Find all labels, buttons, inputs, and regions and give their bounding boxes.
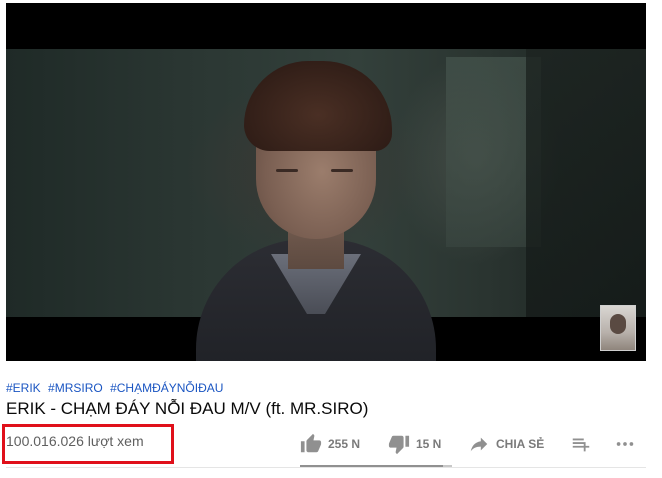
like-button[interactable]: 255 N (300, 432, 360, 456)
like-count: 255 N (328, 437, 361, 451)
singer-figure-eye (276, 169, 298, 172)
view-count: 100.016.026 lượt xem (6, 433, 144, 449)
share-arrow-icon (468, 433, 490, 455)
hashtag-list: #ERIK #MRSIRO #CHẠMĐÁYNỖIĐAU (6, 381, 227, 395)
singer-figure-eye (331, 169, 353, 172)
singer-figure-hair (244, 61, 392, 151)
more-actions-button[interactable] (614, 432, 636, 456)
thumbs-down-icon (388, 433, 410, 455)
thumbs-up-icon (300, 433, 322, 455)
playlist-add-icon (570, 433, 592, 455)
video-frame[interactable] (6, 49, 646, 361)
more-horizontal-icon (614, 433, 636, 455)
background-shelf (526, 49, 646, 317)
section-divider (6, 467, 646, 468)
hashtag-link[interactable]: #ERIK (6, 381, 41, 395)
share-label: CHIA SẺ (496, 437, 545, 451)
video-title: ERIK - CHẠM ĐÁY NỖI ĐAU M/V (ft. MR.SIRO… (6, 399, 369, 418)
share-button[interactable]: CHIA SẺ (468, 432, 544, 456)
channel-watermark-thumbnail[interactable] (600, 305, 636, 351)
dislike-button[interactable]: 15 N (388, 432, 441, 456)
save-to-playlist-button[interactable] (570, 432, 592, 456)
hashtag-link[interactable]: #MRSIRO (48, 381, 103, 395)
hashtag-link[interactable]: #CHẠMĐÁYNỖIĐAU (110, 381, 223, 395)
dislike-count: 15 N (416, 437, 442, 451)
video-player[interactable] (6, 3, 646, 361)
